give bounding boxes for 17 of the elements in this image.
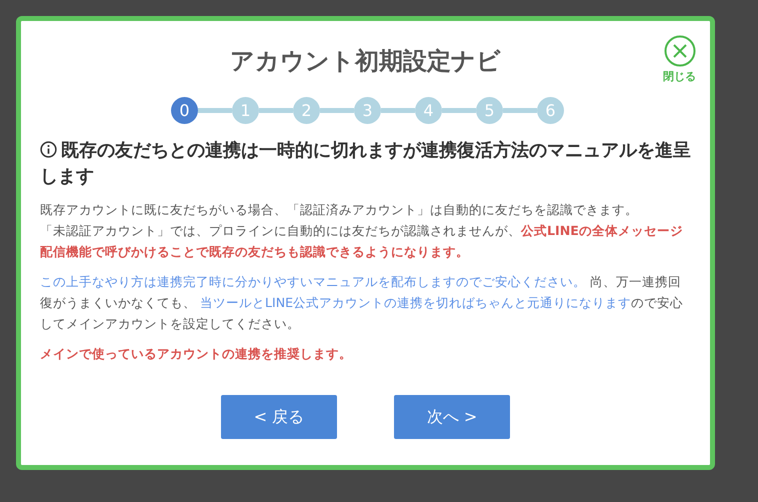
close-button[interactable]: 閉じる — [663, 35, 696, 84]
close-icon — [664, 35, 696, 67]
body-paragraph: この上手なやり方は連携完了時に分かりやすいマニュアルを配布しますのでご安心ください。 尚、万一連携回復がうまくいかなくても、 当ツールとLINE公式アカウントの連携を切ればちゃんと元通りになりますので安心してメインアカウントを設定してください。 — [40, 273, 684, 333]
back-button[interactable]: < 戻る — [221, 395, 337, 439]
body-paragraph: メインで使っているアカウントの連携を推奨します。 — [40, 345, 353, 363]
step-indicator: 1 — [232, 97, 259, 124]
step-indicator: 3 — [354, 97, 381, 124]
step-indicator: 4 — [415, 97, 442, 124]
next-button[interactable]: 次へ > — [394, 395, 510, 439]
body-paragraph: 既存アカウントに既に友だちがいる場合、「認証済みアカウント」は自動的に友だちを認識できます。 「未認証アカウント」では、プロラインに自動的には友だちが認識されませんが、公式LINEの全体メッセージ配信機能で呼びかけることで既存の友だちも認識できるようになります。 — [40, 201, 684, 261]
notice-heading: 既存の友だちとの連携は一時的に切れますが連携復活方法のマニュアルを進呈します — [40, 139, 692, 189]
step-indicator: 5 — [476, 97, 503, 124]
step-indicator: 2 — [293, 97, 320, 124]
step-indicator: 6 — [537, 97, 564, 124]
step-indicator: 0 — [171, 97, 198, 124]
info-icon — [40, 141, 57, 158]
dialog-title: アカウント初期設定ナビ — [230, 46, 501, 77]
